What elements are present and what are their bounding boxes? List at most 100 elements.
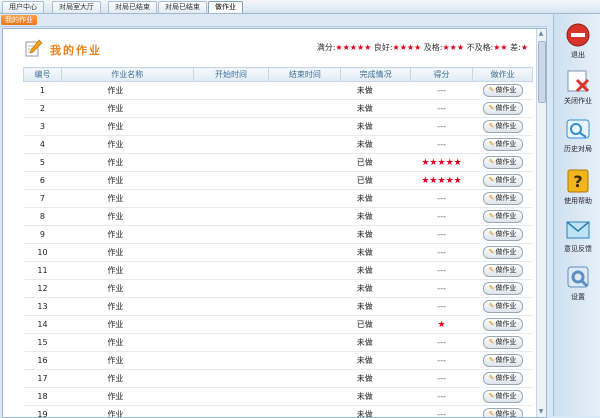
do-homework-label: 做作业 [495, 356, 516, 364]
cell-homework-name: 作业 [61, 406, 193, 418]
do-homework-label: 做作业 [495, 140, 516, 148]
sidebar-item-exit[interactable]: 退出 [558, 20, 598, 64]
sidebar-item-feedback[interactable]: 意见反馈 [558, 214, 598, 258]
cell-number-text: 8 [40, 212, 45, 221]
column-header-name[interactable]: 作业名称 [61, 68, 193, 82]
cell-score: --- [411, 298, 473, 316]
cell-score-text: --- [437, 410, 446, 418]
cell-homework-name: 作业 [61, 118, 193, 136]
sidebar-label-feedback: 意见反馈 [558, 244, 598, 254]
cell-status-text: 未做 [357, 392, 373, 401]
column-header-action[interactable]: 做作业 [473, 68, 533, 82]
do-homework-button[interactable]: ✎做作业 [483, 210, 523, 223]
cell-number: 10 [24, 244, 62, 262]
cell-number: 19 [24, 406, 62, 418]
cell-start-time [193, 298, 269, 316]
scroll-up-arrow-icon[interactable]: ▲ [538, 30, 544, 38]
cell-status: 未做 [341, 280, 411, 298]
cell-status-text: 未做 [357, 374, 373, 383]
cell-action: ✎做作业 [473, 190, 533, 208]
cell-start-time [193, 190, 269, 208]
cell-score: --- [411, 82, 473, 100]
cell-end-time [269, 154, 341, 172]
cell-status-text: 未做 [357, 356, 373, 365]
cell-action: ✎做作业 [473, 208, 533, 226]
do-homework-button[interactable]: ✎做作业 [483, 156, 523, 169]
do-homework-button[interactable]: ✎做作业 [483, 264, 523, 277]
do-homework-button[interactable]: ✎做作业 [483, 120, 523, 133]
cell-number-text: 7 [40, 194, 45, 203]
do-homework-button[interactable]: ✎做作业 [483, 354, 523, 367]
scrollbar-thumb[interactable] [538, 41, 546, 103]
vertical-scrollbar[interactable]: ▲ ▼ [536, 29, 546, 417]
do-homework-label: 做作业 [495, 392, 516, 400]
cell-score: --- [411, 226, 473, 244]
sidebar-item-close-homework[interactable]: 关闭作业 [558, 66, 598, 110]
sidebar-item-history[interactable]: 历史对局 [558, 114, 598, 158]
sidebar-item-settings[interactable]: 设置 [558, 262, 598, 306]
column-header-number[interactable]: 编号 [24, 68, 62, 82]
column-header-status[interactable]: 完成情况 [341, 68, 411, 82]
do-homework-button[interactable]: ✎做作业 [483, 372, 523, 385]
do-homework-label: 做作业 [495, 158, 516, 166]
column-header-end-time[interactable]: 结束时间 [269, 68, 341, 82]
cell-number-text: 3 [40, 122, 45, 131]
cell-score-text: --- [437, 194, 446, 203]
pencil-icon: ✎ [489, 176, 495, 184]
do-homework-button[interactable]: ✎做作业 [483, 318, 523, 331]
table-row: 14作业已做★✎做作业 [24, 316, 533, 334]
close-homework-icon [565, 68, 591, 94]
table-body: 1作业未做---✎做作业2作业未做---✎做作业3作业未做---✎做作业4作业未… [24, 82, 533, 418]
do-homework-button[interactable]: ✎做作业 [483, 300, 523, 313]
legend-fail-label: 不及格: [467, 43, 494, 52]
cell-end-time [269, 280, 341, 298]
do-homework-button[interactable]: ✎做作业 [483, 282, 523, 295]
do-homework-button[interactable]: ✎做作业 [483, 246, 523, 259]
do-homework-label: 做作业 [495, 104, 516, 112]
cell-status: 未做 [341, 190, 411, 208]
do-homework-button[interactable]: ✎做作业 [483, 84, 523, 97]
tab-game-ended-1[interactable]: 对局已结束 [108, 1, 157, 13]
do-homework-button[interactable]: ✎做作业 [483, 408, 523, 418]
legend-pass-stars: ★★★ [442, 43, 464, 52]
column-header-score[interactable]: 得分 [411, 68, 473, 82]
do-homework-label: 做作业 [495, 248, 516, 256]
do-homework-button[interactable]: ✎做作业 [483, 390, 523, 403]
tab-game-ended-2[interactable]: 对局已结束 [158, 1, 207, 13]
cell-number: 14 [24, 316, 62, 334]
pencil-icon: ✎ [489, 104, 495, 112]
legend-full-stars: ★★★★★ [335, 43, 371, 52]
table-row: 17作业未做---✎做作业 [24, 370, 533, 388]
scroll-down-arrow-icon[interactable]: ▼ [538, 408, 544, 416]
do-homework-button[interactable]: ✎做作业 [483, 138, 523, 151]
cell-action: ✎做作业 [473, 298, 533, 316]
pencil-icon: ✎ [489, 140, 495, 148]
column-header-start-time[interactable]: 开始时间 [193, 68, 269, 82]
do-homework-button[interactable]: ✎做作业 [483, 192, 523, 205]
cell-action: ✎做作业 [473, 118, 533, 136]
sidebar-item-help[interactable]: ? 使用帮助 [558, 166, 598, 210]
cell-score: --- [411, 334, 473, 352]
cell-homework-name: 作业 [61, 226, 193, 244]
pencil-icon: ✎ [489, 194, 495, 202]
cell-score-text: ★ [438, 320, 446, 330]
cell-end-time [269, 262, 341, 280]
cell-number-text: 14 [37, 320, 47, 329]
cell-number: 16 [24, 352, 62, 370]
tab-user-center[interactable]: 用户中心 [2, 1, 44, 13]
do-homework-label: 做作业 [495, 374, 516, 382]
cell-homework-name-text: 作业 [107, 338, 123, 347]
cell-action: ✎做作业 [473, 370, 533, 388]
cell-number: 17 [24, 370, 62, 388]
table-row: 18作业未做---✎做作业 [24, 388, 533, 406]
do-homework-button[interactable]: ✎做作业 [483, 102, 523, 115]
cell-start-time [193, 352, 269, 370]
do-homework-button[interactable]: ✎做作业 [483, 336, 523, 349]
do-homework-button[interactable]: ✎做作业 [483, 174, 523, 187]
subtab-my-homework[interactable]: 我的作业 [1, 15, 37, 25]
do-homework-button[interactable]: ✎做作业 [483, 228, 523, 241]
tab-game-hall[interactable]: 对局室大厅 [52, 1, 101, 13]
table-row: 9作业未做---✎做作业 [24, 226, 533, 244]
tab-do-homework[interactable]: 做作业 [208, 1, 243, 13]
pencil-icon: ✎ [489, 212, 495, 220]
